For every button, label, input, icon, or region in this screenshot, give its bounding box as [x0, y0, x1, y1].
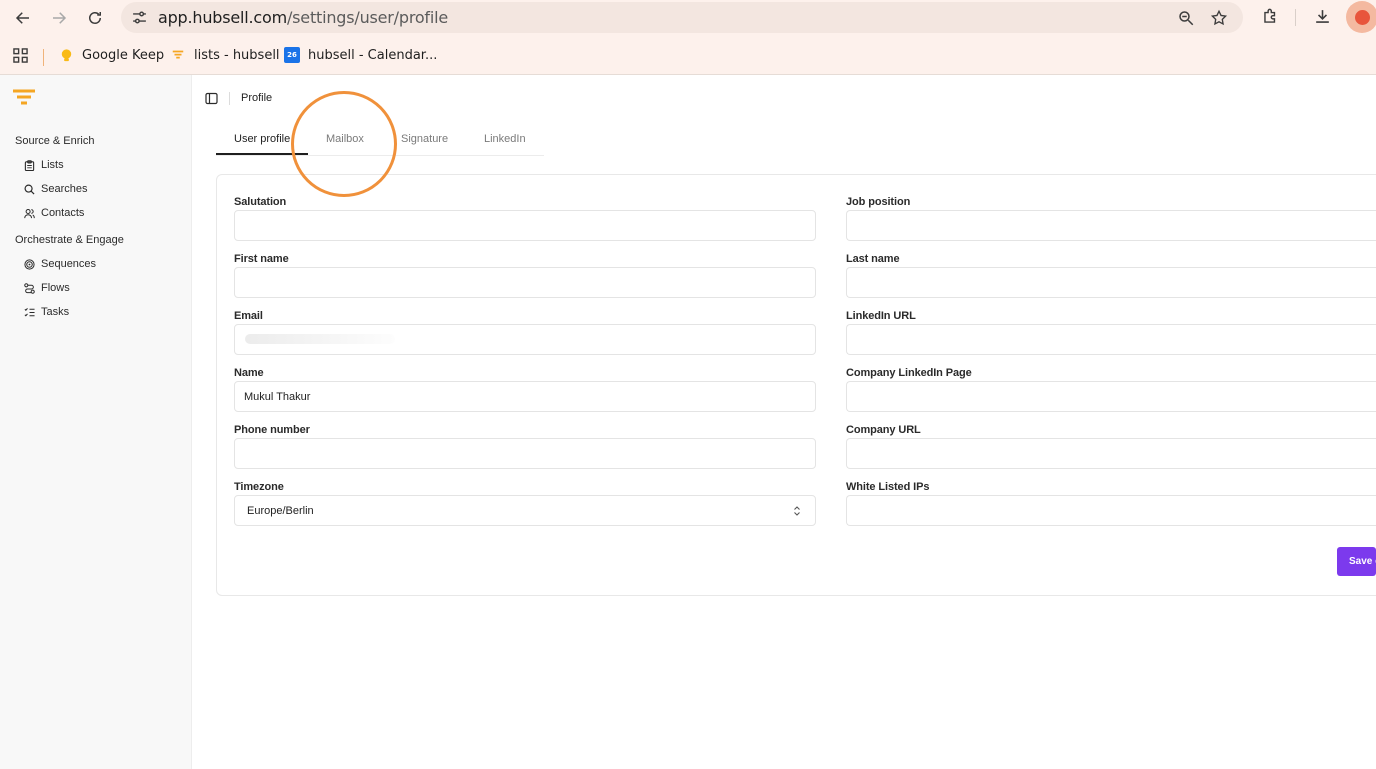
company-linkedin-label: Company LinkedIn Page [846, 367, 972, 379]
linkedin-url-input[interactable] [846, 324, 1376, 355]
site-settings-icon[interactable] [131, 9, 148, 26]
group-title-orchestrate-engage: Orchestrate & Engage [15, 234, 124, 246]
avatar-icon [1354, 9, 1370, 25]
users-icon [23, 207, 35, 219]
search-icon [23, 183, 35, 195]
toolbar-divider [1295, 9, 1296, 26]
sidebar-item-label: Lists [41, 159, 64, 171]
company-linkedin-input[interactable] [846, 381, 1376, 412]
phone-label: Phone number [234, 424, 310, 436]
job-position-input[interactable] [846, 210, 1376, 241]
forward-button[interactable] [47, 6, 71, 30]
bookmarks-bar: Google Keep lists - hubsell 26 hubsell -… [0, 43, 1376, 71]
sidebar-item-contacts[interactable]: Contacts [23, 205, 84, 221]
tab-linkedin[interactable]: LinkedIn [484, 133, 526, 145]
chevron-up-down-icon [794, 506, 800, 516]
tab-bar: User profile Mailbox Signature LinkedIn [216, 126, 544, 156]
reload-icon [89, 12, 101, 24]
first-name-label: First name [234, 253, 289, 265]
puzzle-icon [1263, 8, 1275, 23]
extensions-button[interactable] [1260, 6, 1280, 26]
timezone-label: Timezone [234, 481, 284, 493]
save-changes-button[interactable]: Save changes [1337, 547, 1376, 576]
sidebar-item-tasks[interactable]: Tasks [23, 304, 69, 320]
bookmark-star-button[interactable] [1209, 8, 1229, 28]
timezone-select[interactable] [234, 495, 816, 526]
hubsell-logo-icon [170, 47, 186, 63]
lightbulb-icon [58, 47, 74, 63]
salutation-input[interactable] [234, 210, 816, 241]
calendar-badge: 26 [287, 51, 297, 59]
download-icon [1315, 9, 1329, 23]
list-checks-icon [23, 306, 35, 318]
apps-grid-icon [12, 47, 28, 63]
first-name-input[interactable] [234, 267, 816, 298]
sidebar-item-label: Contacts [41, 207, 85, 219]
sidebar-item-label: Tasks [41, 306, 70, 318]
star-icon [1210, 9, 1228, 26]
route-icon [23, 282, 35, 294]
name-input[interactable] [234, 381, 816, 412]
bookmark-label: lists - hubsell [194, 47, 280, 63]
url-path: /settings/user/profile [286, 8, 448, 27]
url-host: app.hubsell.com [158, 8, 287, 27]
company-url-input[interactable] [846, 438, 1376, 469]
bookmark-google-keep[interactable]: Google Keep [58, 47, 164, 63]
linkedin-url-label: LinkedIn URL [846, 310, 916, 322]
last-name-input[interactable] [846, 267, 1376, 298]
sidebar: Source & Enrich Lists Searches Contacts … [0, 75, 192, 769]
calendar-icon: 26 [284, 47, 300, 63]
sidebar-item-searches[interactable]: Searches [23, 181, 87, 197]
address-bar[interactable]: app.hubsell.com/settings/user/profile [121, 2, 1243, 33]
reload-button[interactable] [83, 6, 107, 30]
browser-chrome: app.hubsell.com/settings/user/profile Go… [0, 0, 1376, 75]
sidebar-item-lists[interactable]: Lists [23, 157, 64, 173]
bookmarks-divider [43, 49, 44, 66]
apps-button[interactable] [12, 47, 36, 63]
sidebar-toggle-icon[interactable] [205, 92, 218, 105]
bookmark-label: Google Keep [82, 47, 165, 63]
hubsell-logo-icon[interactable] [13, 89, 35, 109]
url-text: app.hubsell.com/settings/user/profile [158, 8, 448, 27]
breadcrumb-divider [229, 92, 230, 105]
whitelisted-ips-label: White Listed IPs [846, 481, 930, 493]
tab-signature[interactable]: Signature [401, 133, 448, 145]
last-name-label: Last name [846, 253, 900, 265]
sidebar-item-flows[interactable]: Flows [23, 280, 70, 296]
zoom-button[interactable] [1176, 8, 1196, 28]
clipboard-icon [23, 159, 35, 171]
arrow-left-icon [15, 12, 29, 24]
job-position-label: Job position [846, 196, 911, 208]
sidebar-item-label: Sequences [41, 258, 97, 270]
sidebar-item-label: Searches [41, 183, 88, 195]
tab-user-profile[interactable]: User profile [234, 133, 290, 145]
group-title-source-enrich: Source & Enrich [15, 135, 95, 147]
bookmark-hubsell-calendar[interactable]: 26 hubsell - Calendar... [284, 47, 437, 63]
bookmark-label: hubsell - Calendar... [308, 47, 438, 63]
arrow-right-icon [53, 12, 67, 24]
zoom-icon [1179, 11, 1194, 26]
target-icon [23, 258, 35, 270]
sidebar-item-sequences[interactable]: Sequences [23, 256, 96, 272]
bookmark-lists-hubsell[interactable]: lists - hubsell [170, 47, 280, 63]
name-label: Name [234, 367, 264, 379]
back-button[interactable] [11, 6, 35, 30]
salutation-label: Salutation [234, 196, 287, 208]
email-redacted-value [245, 334, 395, 344]
breadcrumb: Profile [241, 92, 273, 104]
profile-avatar[interactable] [1346, 1, 1376, 33]
phone-input[interactable] [234, 438, 816, 469]
downloads-button[interactable] [1312, 6, 1332, 26]
sidebar-item-label: Flows [41, 282, 70, 294]
timezone-value: Europe/Berlin [247, 505, 314, 517]
active-tab-indicator [216, 153, 308, 155]
company-url-label: Company URL [846, 424, 921, 436]
email-label: Email [234, 310, 263, 322]
tab-mailbox[interactable]: Mailbox [326, 133, 364, 145]
whitelisted-ips-input[interactable] [846, 495, 1376, 526]
